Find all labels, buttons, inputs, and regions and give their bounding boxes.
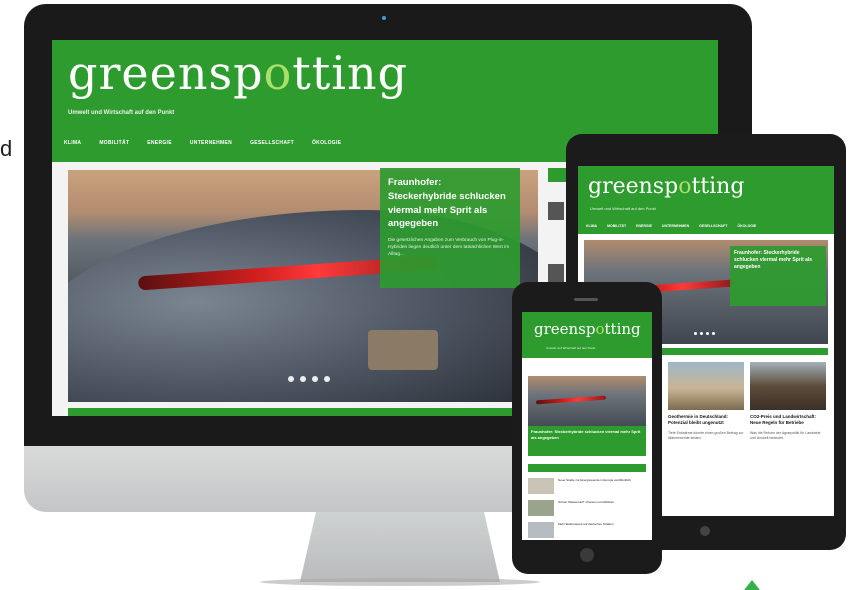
slider-dot[interactable]	[706, 332, 709, 335]
list-item[interactable]: Mehr Elektroautos auf deutschen Straßen	[528, 522, 646, 540]
tablet-hero-caption[interactable]: Fraunhofer: Steckerhybride schlucken vie…	[730, 246, 826, 306]
hero-teaser: Die gesetzlichen Angaben zum Verbrauch v…	[388, 238, 510, 258]
slider-dot[interactable]	[312, 376, 318, 382]
slider-dot[interactable]	[324, 376, 330, 382]
nav-item[interactable]: UNTERNEHMEN	[662, 224, 689, 228]
sidebar-thumbnail[interactable]	[548, 202, 564, 220]
list-item-title[interactable]: Grüner Wasserstoff: Chancen und Risiken	[558, 500, 614, 518]
article-teaser: Was die Reform der Agrarpolitik für Land…	[750, 430, 821, 440]
logo-accent-o: o	[678, 174, 692, 199]
article-card[interactable]: CO2-Preis und Landwirtschaft: Neue Regel…	[750, 362, 826, 512]
phone-speaker	[574, 298, 598, 301]
monitor-stand	[300, 512, 500, 582]
list-item[interactable]: Grüner Wasserstoff: Chancen und Risiken	[528, 500, 646, 518]
site-tagline: Umwelt und Wirtschaft auf den Punkt	[68, 110, 175, 116]
logo-text-end: tting	[292, 46, 409, 100]
tablet-tagline: Umwelt und Wirtschaft auf den Punkt	[590, 206, 656, 211]
nav-item[interactable]: GESELLSCHAFT	[699, 224, 727, 228]
section-bar	[68, 408, 538, 416]
hero-caption[interactable]: Fraunhofer: Steckerhybride schlucken vie…	[380, 168, 520, 288]
nav-item[interactable]: KLIMA	[586, 224, 597, 228]
list-item-image	[528, 522, 554, 538]
car-taillight	[535, 395, 607, 405]
phone-section-bar: AKTUELLE ARTIKEL	[528, 464, 646, 478]
slider-pagination	[694, 332, 715, 335]
list-item-image	[528, 478, 554, 494]
tablet-nav: KLIMA MOBILITÄT ENERGIE UNTERNEHMEN GESE…	[586, 224, 756, 228]
phone-tagline: Umwelt und Wirtschaft auf den Punkt	[546, 346, 596, 350]
phone-screen: greenspotting Umwelt und Wirtschaft auf …	[522, 312, 652, 540]
list-item[interactable]: Neue Studie zur Energiewende in Europa v…	[528, 478, 646, 496]
tablet-site-header: greenspotting Umwelt und Wirtschaft auf …	[578, 166, 834, 234]
nav-item[interactable]: ENERGIE	[636, 224, 652, 228]
article-title[interactable]: Geothermie in Deutschland: Potenzial ble…	[668, 414, 744, 427]
logo-text-start: greensp	[588, 174, 679, 199]
tablet-site-logo[interactable]: greenspotting	[588, 176, 744, 198]
slider-dot[interactable]	[300, 376, 306, 382]
nav-item-unternehmen[interactable]: UNTERNEHMEN	[190, 140, 232, 146]
phone-site-logo[interactable]: greenspotting	[534, 322, 641, 337]
logo-text-end: tting	[604, 320, 641, 338]
tablet-home-button	[700, 526, 710, 536]
slider-dot[interactable]	[694, 332, 697, 335]
logo-text-start: greensp	[534, 320, 596, 338]
webcam-dot	[382, 16, 386, 20]
article-image	[668, 362, 744, 410]
logo-accent-o: o	[263, 46, 293, 100]
list-item-title[interactable]: Mehr Elektroautos auf deutschen Straßen	[558, 522, 614, 540]
car-plate	[368, 330, 438, 370]
nav-item-energie[interactable]: ENERGIE	[147, 140, 172, 146]
nav-item-gesellschaft[interactable]: GESELLSCHAFT	[250, 140, 294, 146]
phone-hero-title[interactable]: Fraunhofer: Steckerhybride schlucken vie…	[531, 429, 643, 440]
hero-title[interactable]: Fraunhofer: Steckerhybride schlucken vie…	[388, 176, 512, 231]
article-image	[750, 362, 826, 410]
article-title[interactable]: CO2-Preis und Landwirtschaft: Neue Regel…	[750, 414, 826, 427]
slider-pagination	[288, 376, 330, 382]
article-teaser: Tiefe Erdwärme könnte einen großen Beitr…	[668, 430, 744, 440]
nav-item-oekologie[interactable]: ÖKOLOGIE	[312, 140, 341, 146]
slider-dot[interactable]	[288, 376, 294, 382]
sidebar-thumbnail[interactable]	[548, 264, 564, 282]
tablet-hero-title[interactable]: Fraunhofer: Steckerhybride schlucken vie…	[734, 250, 822, 271]
nav-item-mobilitaet[interactable]: MOBILITÄT	[99, 140, 129, 146]
phone-hero-image[interactable]	[528, 376, 646, 430]
slider-dot[interactable]	[712, 332, 715, 335]
nav-item[interactable]: MOBILITÄT	[607, 224, 626, 228]
nav-item[interactable]: ÖKOLOGIE	[737, 224, 756, 228]
logo-text-start: greensp	[68, 46, 264, 100]
main-nav: KLIMA MOBILITÄT ENERGIE UNTERNEHMEN GESE…	[64, 140, 341, 146]
article-card[interactable]: Geothermie in Deutschland: Potenzial ble…	[668, 362, 744, 512]
cropped-text: d	[0, 136, 13, 161]
logo-text-end: tting	[691, 174, 745, 199]
phone-site-header: greenspotting Umwelt und Wirtschaft auf …	[522, 312, 652, 358]
phone-home-button	[580, 548, 594, 562]
nav-item-klima[interactable]: KLIMA	[64, 140, 81, 146]
decorative-triangle	[744, 580, 760, 590]
phone-hero-caption[interactable]: Fraunhofer: Steckerhybride schlucken vie…	[528, 426, 646, 456]
stand-shadow	[260, 578, 540, 586]
site-logo[interactable]: greenspotting	[68, 50, 408, 96]
list-item-title[interactable]: Neue Studie zur Energiewende in Europa v…	[558, 478, 631, 496]
slider-dot[interactable]	[700, 332, 703, 335]
logo-accent-o: o	[595, 320, 605, 338]
list-item-image	[528, 500, 554, 516]
